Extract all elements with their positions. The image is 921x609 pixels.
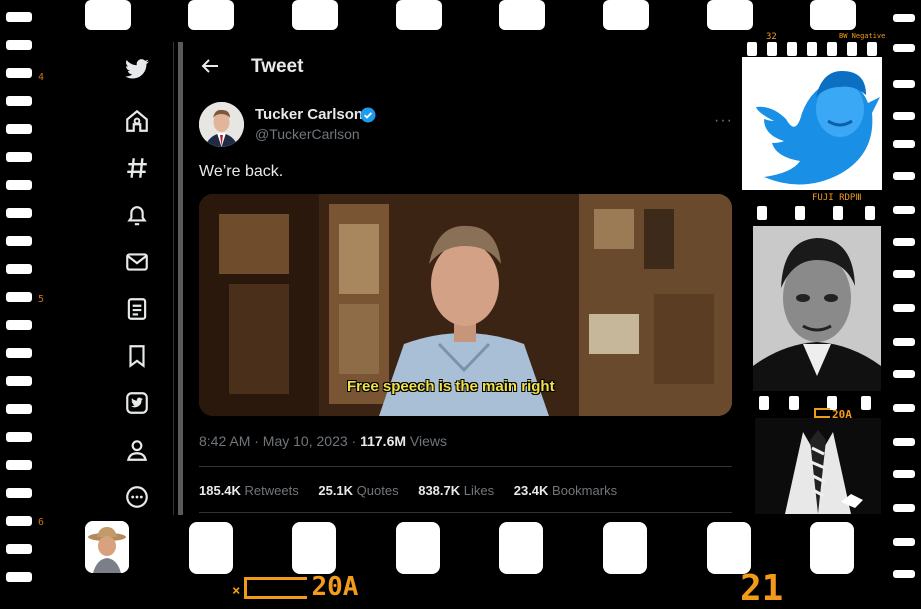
film-label: BW Negative xyxy=(839,32,886,40)
divider xyxy=(199,512,732,513)
film-sprocket-hole xyxy=(396,0,442,30)
film-sprocket-hole xyxy=(499,522,543,574)
quotes-count: 25.1K xyxy=(318,483,354,498)
page-title: Tweet xyxy=(251,56,304,77)
bookmarks-stat[interactable]: 23.4K Bookmarks xyxy=(514,483,617,498)
likes-stat[interactable]: 838.7K Likes xyxy=(418,483,494,498)
film-frame-number: 6 xyxy=(38,517,45,528)
film-frame-number: 4 xyxy=(38,72,45,83)
likes-count: 838.7K xyxy=(418,483,461,498)
film-sprocket-hole xyxy=(707,522,751,574)
home-icon[interactable] xyxy=(124,108,150,134)
retweets-label: Retweets xyxy=(240,483,299,498)
author-name[interactable]: Tucker Carlson xyxy=(255,106,363,123)
scrollbar[interactable] xyxy=(178,42,183,515)
film-label: FUJI RDPⅢ xyxy=(812,193,862,203)
tweet-stats: 185.4K Retweets 25.1K Quotes 838.7K Like… xyxy=(199,483,633,498)
lists-icon[interactable] xyxy=(124,296,150,322)
film-sprocket-hole xyxy=(292,0,338,30)
film-sprocket-hole xyxy=(189,522,233,574)
more-options-icon[interactable]: ··· xyxy=(714,112,733,130)
sidebar-divider xyxy=(173,42,174,515)
bookmarks-label: Bookmarks xyxy=(548,483,618,498)
more-circle-icon[interactable] xyxy=(124,484,150,510)
bookmarks-icon[interactable] xyxy=(124,343,150,369)
twitter-window: Tweet Tucker Carlson @TuckerCarlson ··· … xyxy=(112,42,747,515)
twitter-bird-collage-image xyxy=(742,57,882,190)
tweet-meta: 8:42 AM · May 10, 2023 · 117.6M Views xyxy=(199,433,447,449)
film-frame-number-large: 21 xyxy=(740,568,784,609)
retweets-count: 185.4K xyxy=(199,483,241,498)
halftone-portrait-collage-image xyxy=(753,226,881,391)
divider xyxy=(199,466,732,467)
film-sprocket-hole xyxy=(396,522,440,574)
twitter-logo-icon[interactable] xyxy=(124,56,150,82)
messages-envelope-icon[interactable] xyxy=(124,249,150,275)
views-count: 117.6M xyxy=(360,433,407,449)
tweet-timestamp[interactable]: 8:42 AM · May 10, 2023 · xyxy=(199,433,360,449)
film-sprocket-hole xyxy=(85,0,131,30)
film-avatar-thumbnail xyxy=(85,521,129,573)
video-caption: Free speech is the main right xyxy=(347,378,555,395)
retweets-stat[interactable]: 185.4K Retweets xyxy=(199,483,299,498)
sidebar-nav xyxy=(112,42,174,515)
film-label: 32 xyxy=(766,32,777,42)
halftone-suit-collage-image xyxy=(755,418,881,514)
film-sprocket-hole xyxy=(810,0,856,30)
film-sprocket-hole xyxy=(707,0,753,30)
quotes-label: Quotes xyxy=(353,483,399,498)
views-label: Views xyxy=(406,433,448,449)
film-sprocket-hole xyxy=(188,0,234,30)
quotes-stat[interactable]: 25.1K Quotes xyxy=(318,483,398,498)
tweet-detail: Tweet Tucker Carlson @TuckerCarlson ··· … xyxy=(184,42,747,515)
film-sprocket-hole xyxy=(603,0,649,30)
tweet-video[interactable]: Free speech is the main right xyxy=(199,194,732,416)
back-arrow-icon[interactable] xyxy=(198,54,222,78)
tweet-text: We’re back. xyxy=(199,163,284,180)
film-sprocket-hole xyxy=(499,0,545,30)
film-sprocket-hole xyxy=(603,522,647,574)
film-frame-number: 5 xyxy=(38,294,45,305)
author-avatar[interactable] xyxy=(199,102,244,147)
author-handle[interactable]: @TuckerCarlson xyxy=(255,126,360,142)
twitter-blue-icon[interactable] xyxy=(124,390,150,416)
profile-icon[interactable] xyxy=(124,437,150,463)
film-code-text: 20A xyxy=(311,572,359,602)
explore-hashtag-icon[interactable] xyxy=(124,155,150,181)
film-sprocket-hole xyxy=(292,522,336,574)
likes-label: Likes xyxy=(460,483,495,498)
verified-badge-icon xyxy=(360,107,376,123)
film-sprocket-hole xyxy=(810,522,854,574)
bookmarks-count: 23.4K xyxy=(513,483,549,498)
notifications-bell-icon[interactable] xyxy=(124,202,150,228)
